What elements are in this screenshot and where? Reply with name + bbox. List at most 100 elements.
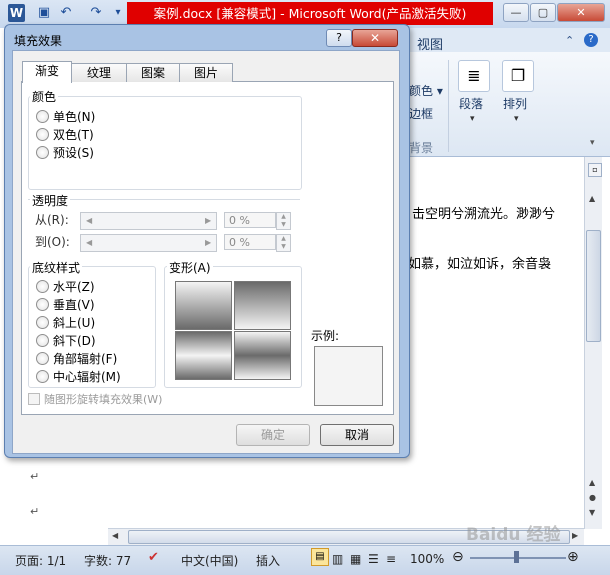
- one-color-label[interactable]: 单色(N): [53, 108, 95, 125]
- ribbon-separator: [448, 60, 449, 152]
- zoom-level[interactable]: 100%: [410, 552, 444, 566]
- paragraph-icon[interactable]: ≣: [458, 60, 490, 92]
- status-page[interactable]: 页面: 1/1: [15, 552, 66, 569]
- colors-group-title: 颜色: [30, 88, 59, 105]
- sample-preview: [314, 346, 383, 406]
- transparency-title: 透明度: [30, 192, 71, 209]
- minimize-button[interactable]: —: [503, 3, 529, 22]
- ribbon-scroll-icon[interactable]: ▾: [590, 138, 595, 148]
- scroll-left-icon[interactable]: ◀: [112, 531, 118, 540]
- vertical-label[interactable]: 垂直(V): [53, 296, 95, 313]
- web-layout-icon[interactable]: ▦: [350, 552, 361, 566]
- scroll-up-icon[interactable]: ▲: [589, 194, 595, 203]
- tab-picture[interactable]: 图片: [179, 63, 233, 82]
- paragraph-button[interactable]: 段落: [459, 95, 483, 112]
- close-window-button[interactable]: ✕: [557, 3, 605, 22]
- from-corner-label[interactable]: 角部辐射(F): [53, 350, 117, 367]
- from-center-radio[interactable]: [36, 370, 49, 383]
- transparency-from-value[interactable]: 0 %: [224, 212, 276, 228]
- from-spinner-arrows[interactable]: ▲ ▼: [276, 212, 291, 230]
- variant-swatch-2[interactable]: [234, 281, 291, 330]
- next-page-icon[interactable]: ▼: [589, 508, 595, 517]
- slider-left-arrow-icon[interactable]: ◀: [86, 238, 92, 247]
- vertical-radio[interactable]: [36, 298, 49, 311]
- dialog-title: 填充效果: [14, 34, 63, 48]
- tab-texture[interactable]: 纹理: [71, 63, 127, 82]
- transparency-to-slider[interactable]: [80, 234, 217, 252]
- zoom-out-icon[interactable]: ⊖: [452, 549, 464, 565]
- variant-swatch-3[interactable]: [175, 331, 232, 380]
- two-colors-label[interactable]: 双色(T): [53, 126, 94, 143]
- customize-quick-access-icon[interactable]: ▾: [110, 5, 126, 21]
- dialog-close-button[interactable]: ✕: [352, 29, 398, 47]
- from-corner-radio[interactable]: [36, 352, 49, 365]
- status-language[interactable]: 中文(中国): [181, 552, 238, 569]
- preset-label[interactable]: 预设(S): [53, 144, 94, 161]
- print-layout-view-icon[interactable]: ▤: [311, 548, 329, 566]
- dialog-help-button[interactable]: ?: [326, 29, 352, 47]
- page-background-group-label: 背景: [409, 141, 434, 155]
- variants-title: 变形(A): [167, 259, 213, 276]
- help-icon[interactable]: ?: [584, 33, 598, 47]
- arrange-dropdown-icon[interactable]: ▾: [514, 114, 519, 124]
- arrange-button[interactable]: 排列: [503, 95, 527, 112]
- rotate-with-shape-checkbox[interactable]: [28, 393, 40, 405]
- arrange-icon[interactable]: ❐: [502, 60, 534, 92]
- paragraph-mark: ↵: [30, 505, 40, 518]
- from-center-label[interactable]: 中心辐射(M): [53, 368, 121, 385]
- zoom-in-icon[interactable]: ⊕: [567, 549, 579, 565]
- shading-styles-title: 底纹样式: [30, 259, 83, 276]
- transparency-from-slider[interactable]: [80, 212, 217, 230]
- horizontal-radio[interactable]: [36, 280, 49, 293]
- page-color-label[interactable]: 颜色 ▾: [409, 82, 443, 99]
- slider-right-arrow-icon[interactable]: ▶: [205, 216, 211, 225]
- transparency-to-value[interactable]: 0 %: [224, 234, 276, 250]
- diagonal-down-label[interactable]: 斜下(D): [53, 332, 96, 349]
- sample-label: 示例:: [311, 329, 340, 343]
- full-screen-reading-icon[interactable]: ▥: [332, 552, 343, 566]
- one-color-radio[interactable]: [36, 110, 49, 123]
- word-logo-icon[interactable]: W: [8, 4, 25, 22]
- document-line: 击空明兮溯流光。渺渺兮: [412, 207, 556, 222]
- vertical-scrollbar[interactable]: [584, 157, 602, 529]
- status-insert-mode[interactable]: 插入: [256, 552, 280, 569]
- slider-left-arrow-icon[interactable]: ◀: [86, 216, 92, 225]
- scroll-right-icon[interactable]: ▶: [572, 531, 578, 540]
- tab-gradient[interactable]: 渐变: [22, 61, 72, 83]
- save-icon[interactable]: ▣: [36, 5, 52, 21]
- preset-radio[interactable]: [36, 146, 49, 159]
- transparency-to-label: 到(O):: [35, 235, 70, 249]
- undo-icon[interactable]: ↶: [58, 5, 74, 21]
- ruler-toggle-icon[interactable]: ▫: [588, 163, 602, 177]
- two-colors-radio[interactable]: [36, 128, 49, 141]
- outline-view-icon[interactable]: ☰: [368, 552, 379, 566]
- minimize-ribbon-icon[interactable]: ⌃: [565, 34, 574, 47]
- slider-right-arrow-icon[interactable]: ▶: [205, 238, 211, 247]
- maximize-button[interactable]: ▢: [530, 3, 556, 22]
- to-spinner-arrows[interactable]: ▲ ▼: [276, 234, 291, 252]
- rotate-with-shape-label[interactable]: 随图形旋转填充效果(W): [44, 391, 162, 407]
- browse-object-icon[interactable]: ●: [589, 493, 596, 502]
- variant-swatch-4[interactable]: [234, 331, 291, 380]
- vertical-scroll-thumb[interactable]: [586, 230, 601, 342]
- previous-page-icon[interactable]: ▲: [589, 478, 595, 487]
- ok-button[interactable]: 确定: [236, 424, 310, 446]
- paragraph-dropdown-icon[interactable]: ▾: [470, 114, 475, 124]
- zoom-slider-thumb[interactable]: [514, 551, 519, 563]
- tab-view[interactable]: 视图: [417, 34, 443, 53]
- redo-icon[interactable]: ↷: [88, 5, 104, 21]
- status-word-count[interactable]: 字数: 77: [84, 552, 131, 569]
- cancel-button[interactable]: 取消: [320, 424, 394, 446]
- variant-swatch-1[interactable]: [175, 281, 232, 330]
- tab-pattern[interactable]: 图案: [126, 63, 180, 82]
- page-border-label[interactable]: 边框: [409, 105, 433, 122]
- diagonal-down-radio[interactable]: [36, 334, 49, 347]
- document-line: 如慕，如泣如诉，余音袅: [408, 257, 552, 272]
- horizontal-label[interactable]: 水平(Z): [53, 278, 95, 295]
- watermark-logo: Baidu 经验: [466, 525, 561, 545]
- draft-view-icon[interactable]: ≡: [386, 552, 396, 566]
- proofing-icon[interactable]: ✔: [148, 550, 159, 565]
- paragraph-mark: ↵: [30, 470, 40, 483]
- diagonal-up-radio[interactable]: [36, 316, 49, 329]
- diagonal-up-label[interactable]: 斜上(U): [53, 314, 95, 331]
